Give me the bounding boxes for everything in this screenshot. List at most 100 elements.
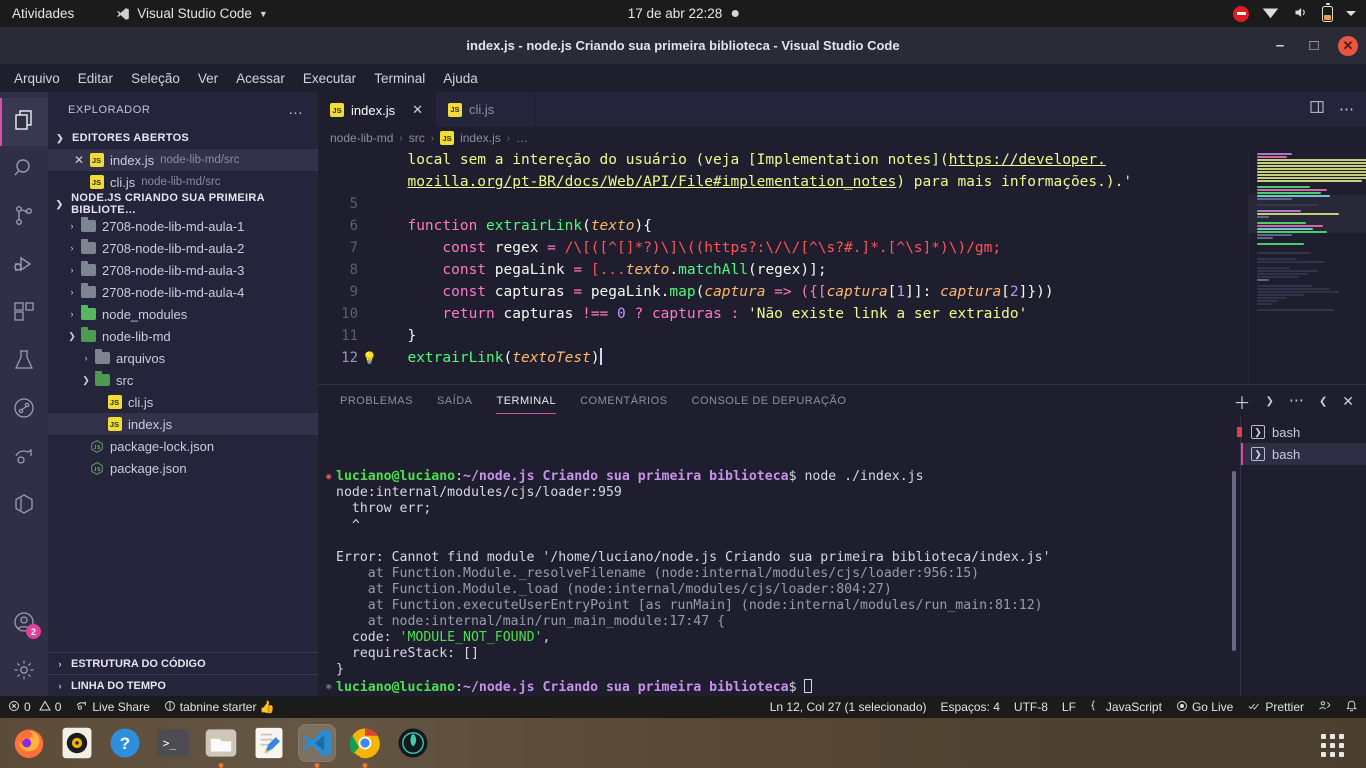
open-editor-cli-js[interactable]: JS cli.js node-lib-md/src [48,171,318,193]
section-project-root[interactable]: ❯ NODE.JS CRIANDO SUA PRIMEIRA BIBLIOTE… [48,192,318,216]
chevron-right-icon: › [70,287,74,297]
lightbulb-icon[interactable]: 💡 [362,347,377,369]
tree-item-arquivos[interactable]: › arquivos [48,347,318,369]
activity-source-control[interactable] [0,194,48,242]
dock-visual-studio-code[interactable] [298,724,336,762]
more-actions-icon[interactable]: ⋯ [1289,393,1304,408]
menu-item-arquivo[interactable]: Arquivo [6,68,68,89]
status-tabnine[interactable]: tabnine starter 👍 [164,700,275,715]
tree-item-aula-2[interactable]: › 2708-node-lib-md-aula-2 [48,237,318,259]
maximize-button[interactable]: □ [1304,36,1324,56]
dock-files[interactable] [202,724,240,762]
activity-search[interactable] [0,146,48,194]
tree-item-aula-1[interactable]: › 2708-node-lib-md-aula-1 [48,215,318,237]
minimize-button[interactable]: – [1270,36,1290,56]
more-actions-icon[interactable]: … [288,102,304,117]
menu-item-editar[interactable]: Editar [70,68,121,89]
terminal-output[interactable]: ◉ luciano@luciano:~/node.js Criando sua p… [318,417,1240,696]
tree-item-aula-4[interactable]: › 2708-node-lib-md-aula-4 [48,281,318,303]
tree-item-cli-js[interactable]: JS cli.js [48,391,318,413]
activity-accounts[interactable]: 2 [0,600,48,648]
minimap-line [1257,279,1269,281]
menu-item-acessar[interactable]: Acessar [228,68,293,89]
tree-item-node-lib-md[interactable]: ❯ node-lib-md [48,325,318,347]
activity-run-and-debug[interactable] [0,242,48,290]
terminal-instance-1[interactable]: ❯ bash [1237,421,1366,443]
breadcrumb-item-src[interactable]: src [409,131,425,145]
minimap[interactable] [1248,149,1366,384]
activity-explorer[interactable] [0,98,48,146]
status-indentation[interactable]: Espaços: 4 [941,700,1000,714]
more-actions-icon[interactable]: ⋯ [1339,102,1354,117]
status-problems[interactable]: 0 0 [8,700,61,715]
activity-live-share[interactable] [0,434,48,482]
close-icon[interactable]: ✕ [412,102,423,118]
volume-icon [1292,5,1309,23]
activity-docker[interactable] [0,482,48,530]
terminal-line: ◉ luciano@luciano:~/node.js Criando sua p… [326,469,924,485]
window-controls[interactable]: – □ ✕ [1270,27,1358,64]
menu-item-ver[interactable]: Ver [190,68,226,89]
section-open-editors[interactable]: ❯ EDITORES ABERTOS [48,127,318,149]
tree-item-package-json[interactable]: package.json [48,457,318,479]
tree-item-aula-3[interactable]: › 2708-node-lib-md-aula-3 [48,259,318,281]
panel-tab-saida[interactable]: SAÍDA [425,385,485,417]
dock-firefox[interactable] [10,724,48,762]
tree-item-label: 2708-node-lib-md-aula-2 [102,240,245,256]
clock[interactable]: 17 de abr 22:28 [628,6,739,21]
section-estrutura-do-codigo[interactable]: › ESTRUTURA DO CÓDIGO [48,652,318,674]
status-language-mode[interactable]: JavaScript [1090,699,1162,715]
panel-tab-terminal[interactable]: TERMINAL [484,385,568,417]
show-applications-icon[interactable] [1321,734,1344,757]
dock-google-chrome[interactable] [346,724,384,762]
tree-item-node-modules[interactable]: › node_modules [48,303,318,325]
activities-button[interactable]: Atividades [0,6,86,21]
tab-index-js[interactable]: JS index.js ✕ [318,92,436,127]
dock-rhythmbox[interactable] [58,724,96,762]
breadcrumb-item-file[interactable]: index.js [460,131,501,145]
tree-item-src[interactable]: ❯ src [48,369,318,391]
dock-help[interactable]: ? [106,724,144,762]
activity-testing[interactable] [0,338,48,386]
breadcrumb-item-folder[interactable]: node-lib-md [330,131,393,145]
menu-item-executar[interactable]: Executar [295,68,364,89]
status-notifications[interactable] [1345,699,1358,715]
tree-item-index-js[interactable]: JS index.js [48,413,318,435]
status-go-live[interactable]: Go Live [1176,700,1233,715]
maximize-panel-icon[interactable]: ❯ [1319,396,1327,407]
status-encoding[interactable]: UTF-8 [1014,700,1048,714]
panel-tab-comentarios[interactable]: COMENTÁRIOS [568,385,679,417]
tree-item-package-lock-json[interactable]: package-lock.json [48,435,318,457]
chevron-down-icon[interactable]: ❯ [1265,396,1273,407]
terminal-instance-2[interactable]: ❯ bash [1241,443,1366,465]
close-button[interactable]: ✕ [1338,35,1358,56]
status-prettier[interactable]: Prettier [1247,700,1304,715]
activity-settings[interactable] [0,648,48,696]
close-panel-icon[interactable]: ✕ [1342,393,1354,410]
open-editor-index-js[interactable]: ✕ JS index.js node-lib-md/src [48,149,318,171]
status-feedback[interactable] [1318,699,1331,715]
activity-graph[interactable] [0,386,48,434]
status-eol[interactable]: LF [1062,700,1076,714]
close-icon[interactable]: ✕ [70,153,88,167]
split-editor-icon[interactable] [1309,99,1325,120]
panel-tab-console-depuracao[interactable]: CONSOLE DE DEPURAÇÃO [680,385,859,417]
menu-item-selecao[interactable]: Seleção [123,68,188,89]
section-linha-do-tempo[interactable]: › LINHA DO TEMPO [48,674,318,696]
app-menu[interactable]: Visual Studio Code ▼ [116,6,268,21]
new-terminal-icon[interactable]: ＋ [1233,389,1250,414]
status-live-share[interactable]: Live Share [75,699,150,715]
dock-terminal[interactable]: >_ [154,724,192,762]
system-indicators[interactable] [1233,0,1356,27]
code-viewport[interactable]: local sem a intereção do usuário (veja [… [318,149,1248,384]
dock-insomnia[interactable] [394,724,432,762]
code-editor[interactable]: local sem a intereção do usuário (veja [… [318,149,1366,384]
menu-item-ajuda[interactable]: Ajuda [435,68,486,89]
activity-extensions[interactable] [0,290,48,338]
panel-tab-problemas[interactable]: PROBLEMAS [328,385,425,417]
dock-text-editor[interactable] [250,724,288,762]
tab-cli-js[interactable]: JS cli.js [435,92,536,127]
menu-item-terminal[interactable]: Terminal [366,68,433,89]
status-cursor-position[interactable]: Ln 12, Col 27 (1 selecionado) [770,700,927,714]
breadcrumb-item-symbol[interactable]: … [516,131,528,145]
